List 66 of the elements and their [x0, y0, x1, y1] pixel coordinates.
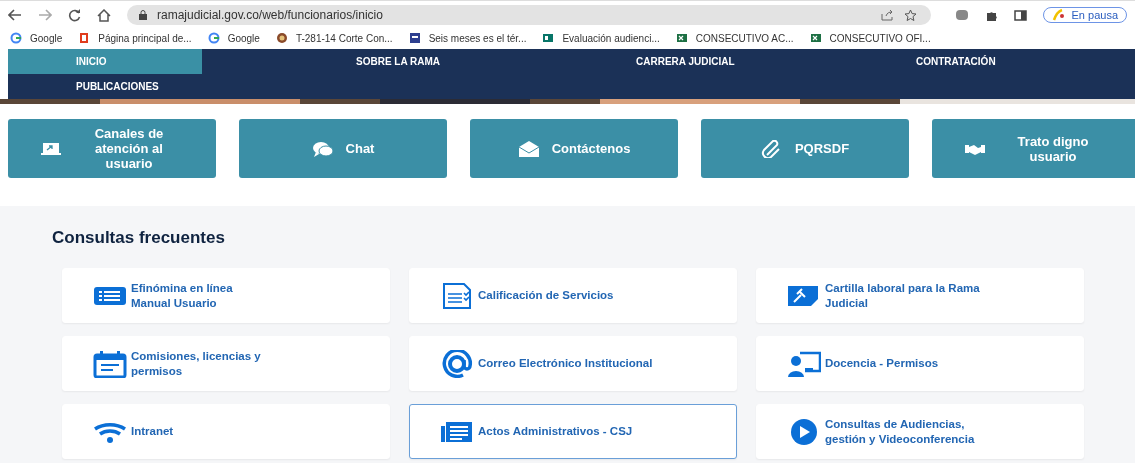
quick-link-button[interactable]: Chat [239, 119, 447, 178]
service-card[interactable]: Calificación de Servicios [409, 268, 737, 323]
bookmark[interactable]: Evaluación audienci... [542, 32, 660, 44]
quick-link-button[interactable]: Canales de atención al usuario [8, 119, 216, 178]
section-heading: Consultas frecuentes [52, 228, 226, 248]
lock-icon [139, 10, 147, 20]
bookmark[interactable]: CONSECUTIVO OFI... [809, 32, 931, 44]
envelope-icon [517, 139, 540, 158]
extension-icon[interactable] [954, 9, 969, 21]
teacher-icon [787, 349, 821, 378]
profile-avatar-icon [1051, 9, 1066, 21]
card-label: Cartilla laboral para la Rama [825, 281, 980, 295]
quick-link-button[interactable]: Trato digno usuario [932, 119, 1135, 178]
bookmark[interactable]: T-281-14 Corte Con... [275, 32, 393, 44]
service-card[interactable]: Intranet [62, 404, 390, 459]
document-icon [408, 32, 421, 44]
reload-icon[interactable] [68, 8, 81, 22]
bookmark[interactable]: Seis meses es el tér... [408, 32, 527, 44]
quick-link-button[interactable]: Contáctenos [470, 119, 678, 178]
nav-tab[interactable]: CARRERA JUDICIAL [568, 49, 762, 74]
service-card[interactable]: Correo Electrónico Institucional [409, 336, 737, 391]
bookmark[interactable]: CONSECUTIVO AC... [675, 32, 794, 44]
address-bar[interactable]: ramajudicial.gov.co/web/funcionarios/inicio [127, 5, 931, 25]
card-label: permisos [131, 364, 184, 378]
card-label: Intranet [131, 425, 174, 438]
nav-tab[interactable]: CONTRATACIÓN [848, 49, 1042, 74]
nav-tab[interactable]: PUBLICACIONES [8, 74, 202, 99]
bookmark[interactable]: Google [207, 32, 260, 44]
spreadsheet-icon [809, 32, 822, 44]
checklist-document-icon [440, 281, 474, 310]
form-icon [542, 32, 555, 44]
nav-tab[interactable]: SOBRE LA RAMA [288, 49, 482, 74]
paperclip-icon [760, 139, 783, 158]
calendar-icon [93, 349, 127, 378]
seal-icon [275, 32, 288, 44]
card-label: Judicial [825, 296, 869, 310]
home-icon[interactable] [97, 8, 111, 22]
at-sign-icon [440, 349, 474, 378]
bookmark[interactable]: Página principal de... [78, 32, 192, 44]
card-label: Manual Usuario [131, 296, 218, 310]
service-card[interactable]: Efinómina en línea Manual Usuario [62, 268, 390, 323]
bookmark[interactable]: Google [10, 32, 63, 44]
spreadsheet-icon [675, 32, 688, 44]
service-card[interactable]: Consultas de Audiencias, gestión y Videoconferencia [756, 404, 1084, 459]
office-logo-icon [78, 32, 91, 44]
service-card[interactable]: Actos Administrativos - CSJ [409, 404, 737, 459]
star-icon[interactable] [903, 8, 917, 22]
card-label: Correo Electrónico Institucional [478, 357, 653, 370]
card-label: Actos Administrativos - CSJ [478, 425, 633, 438]
card-label: Efinómina en línea [131, 281, 233, 295]
card-label: Consultas de Audiencias, [825, 417, 966, 431]
share-icon[interactable] [880, 9, 894, 21]
service-card[interactable]: Cartilla laboral para la Rama Judicial [756, 268, 1084, 323]
card-label: Comisiones, licencias y [131, 349, 261, 363]
nav-tab[interactable]: INICIO [8, 49, 202, 74]
side-panel-icon[interactable] [1013, 9, 1027, 21]
g-logo-icon [207, 32, 220, 44]
quick-link-button[interactable]: PQRSDF [701, 119, 909, 178]
card-label: gestión y Videoconferencia [825, 432, 975, 446]
chat-bubbles-icon [311, 139, 334, 158]
card-label: Docencia - Permisos [825, 357, 939, 370]
service-card[interactable]: Docencia - Permisos [756, 336, 1084, 391]
back-icon[interactable] [8, 9, 22, 21]
g-logo-icon [10, 32, 22, 44]
service-card[interactable]: Comisiones, licencias y permisos [62, 336, 390, 391]
card-label: Calificación de Servicios [478, 289, 614, 302]
